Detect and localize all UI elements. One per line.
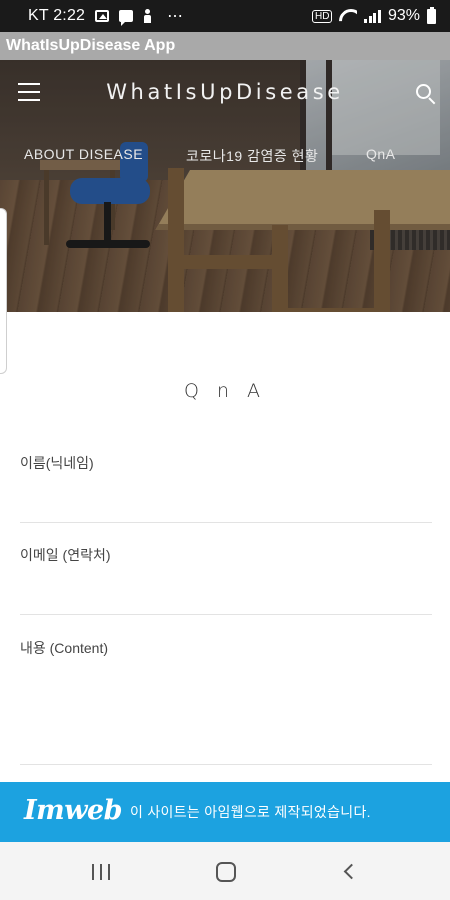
signal-bars-icon <box>364 9 381 23</box>
imweb-logo[interactable]: Imweb <box>24 795 123 826</box>
menu-item-about-disease[interactable]: ABOUT DISEASE <box>24 146 143 162</box>
content-field[interactable] <box>20 668 432 758</box>
battery-percent: 93% <box>387 7 420 24</box>
image-notification-icon <box>95 10 110 22</box>
status-right: HD 93% <box>312 6 436 25</box>
email-field-underline <box>20 614 432 615</box>
carrier-time: KT 2:22 <box>28 7 86 24</box>
main-menu: ABOUT DISEASE 코로나19 감염증 현황 QnA <box>0 146 450 168</box>
app-title-bar: WhatIsUpDisease App <box>0 32 450 60</box>
message-notification-icon <box>119 10 134 26</box>
menu-item-covid19-status[interactable]: 코로나19 감염증 현황 <box>186 146 318 166</box>
search-icon[interactable] <box>416 84 438 106</box>
battery-icon <box>427 6 436 24</box>
home-icon[interactable] <box>216 862 236 882</box>
status-left: KT 2:22 ⋯ <box>28 6 312 26</box>
menu-item-qna[interactable]: QnA <box>366 146 396 162</box>
recents-icon[interactable] <box>92 864 110 880</box>
status-bar: KT 2:22 ⋯ HD 93% <box>0 0 450 32</box>
wifi-icon <box>339 9 357 23</box>
more-notifications-icon: ⋯ <box>167 8 185 25</box>
content-field-label: 내용 (Content) <box>20 640 109 656</box>
name-field-label: 이름(닉네임) <box>20 455 94 471</box>
email-field[interactable] <box>20 576 432 608</box>
side-drawer-handle[interactable] <box>0 208 7 374</box>
app-title: WhatIsUpDisease App <box>6 37 176 54</box>
page-title: Q n A <box>183 380 267 402</box>
name-field[interactable] <box>20 484 432 516</box>
name-field-underline <box>20 522 432 523</box>
email-field-label: 이메일 (연락처) <box>20 547 111 563</box>
imweb-banner-text[interactable]: 이 사이트는 아임웹으로 제작되었습니다. <box>130 802 371 822</box>
hd-voice-icon: HD <box>312 9 333 23</box>
person-notification-icon <box>143 9 152 23</box>
site-title[interactable]: WhatIsUpDisease <box>0 80 450 104</box>
content-field-underline <box>20 764 432 765</box>
